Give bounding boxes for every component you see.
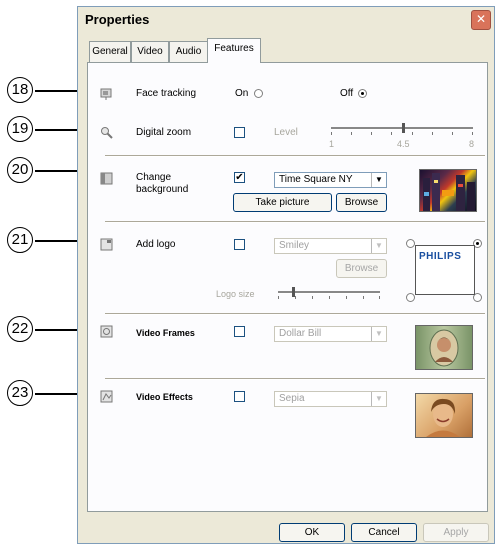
video-frames-checkbox[interactable] [234,326,245,337]
ok-button[interactable]: OK [279,523,345,542]
face-tracking-off-radio[interactable] [358,89,367,98]
callout-21: 21 [7,227,33,253]
frames-select-value: Dollar Bill [279,328,322,339]
add-logo-label: Add logo [136,239,176,250]
logo-size-label: Logo size [216,289,255,299]
close-button[interactable]: ✕ [471,10,491,30]
logo-size-tick [312,296,313,299]
video-frames-label: Video Frames [136,328,195,338]
zoom-tick-min: 1 [329,139,335,149]
logo-size-tick [329,296,330,299]
effects-icon [100,390,113,403]
tab-general[interactable]: General [89,41,131,62]
frames-preview-image [415,325,473,370]
add-logo-checkbox[interactable] [234,239,245,250]
window-title: Properties [85,12,150,27]
face-tracking-label: Face tracking [136,88,197,99]
logo-size-tick [295,296,296,299]
chevron-down-icon[interactable]: ▼ [371,173,386,187]
face-tracking-on-label: On [235,88,249,99]
background-preview-image [419,169,477,212]
digital-zoom-label: Digital zoom [136,127,192,138]
zoom-tick-max: 8 [469,139,475,149]
tab-features[interactable]: Features [207,38,261,63]
logo-select[interactable]: Smiley ▼ [274,238,387,254]
face-tracking-icon [100,88,112,100]
zoom-level-label: Level [274,127,298,138]
logo-size-tick [278,296,279,299]
background-select-value: Time Square NY [279,174,353,185]
take-picture-button[interactable]: Take picture [233,193,332,212]
tab-video[interactable]: Video [131,41,169,62]
face-tracking-on-radio[interactable] [254,89,263,98]
logo-select-value: Smiley [279,240,310,251]
apply-button[interactable]: Apply [423,523,489,542]
separator [105,313,485,315]
effects-select-value: Sepia [279,393,305,404]
logo-size-tick [363,296,364,299]
title-bar: Properties ✕ [78,7,494,33]
zoom-tick [432,132,433,135]
logo-position-top-left-radio[interactable] [406,239,415,248]
separator [105,378,485,380]
zoom-tick [412,132,413,135]
features-panel: Face tracking On Off Digital zoom Level … [87,62,488,512]
zoom-tick [371,132,372,135]
chevron-down-icon[interactable]: ▼ [371,239,386,253]
callout-19: 19 [7,116,33,142]
philips-logo: PHILIPS [419,251,462,262]
logo-position-bottom-left-radio[interactable] [406,293,415,302]
change-background-label: Change background [136,172,189,195]
background-select[interactable]: Time Square NY ▼ [274,172,387,188]
callout-18: 18 [7,77,33,103]
zoom-tick [452,132,453,135]
zoom-tick-mid: 4.5 [397,139,410,149]
video-effects-label: Video Effects [136,392,193,402]
logo-browse-button[interactable]: Browse [336,259,387,278]
zoom-icon [101,127,113,139]
digital-zoom-checkbox[interactable] [234,127,245,138]
properties-window: Properties ✕ General Video Audio Feature… [77,6,495,544]
change-background-checkbox[interactable]: ✔ [234,172,245,183]
frames-select[interactable]: Dollar Bill ▼ [274,326,387,342]
face-tracking-off-label: Off [340,88,354,99]
zoom-tick [391,132,392,135]
chevron-down-icon[interactable]: ▼ [371,327,386,341]
logo-size-slider[interactable] [278,285,384,303]
zoom-tick [351,132,352,135]
callout-20: 20 [7,157,33,183]
logo-size-tick [346,296,347,299]
logo-icon [100,238,113,251]
logo-size-tick [379,296,380,299]
tab-audio[interactable]: Audio [169,41,208,62]
effects-select[interactable]: Sepia ▼ [274,391,387,407]
separator [105,155,485,157]
zoom-slider-thumb[interactable] [402,123,405,133]
background-icon [100,172,113,185]
logo-preview: PHILIPS [415,245,475,295]
separator [105,221,485,223]
frames-icon [100,325,113,338]
effects-preview-image [415,393,473,438]
background-browse-button[interactable]: Browse [336,193,387,212]
zoom-tick [472,132,473,135]
chevron-down-icon[interactable]: ▼ [371,392,386,406]
callout-22: 22 [7,316,33,342]
cancel-button[interactable]: Cancel [351,523,417,542]
callout-23: 23 [7,380,33,406]
video-effects-checkbox[interactable] [234,391,245,402]
zoom-tick [331,132,332,135]
